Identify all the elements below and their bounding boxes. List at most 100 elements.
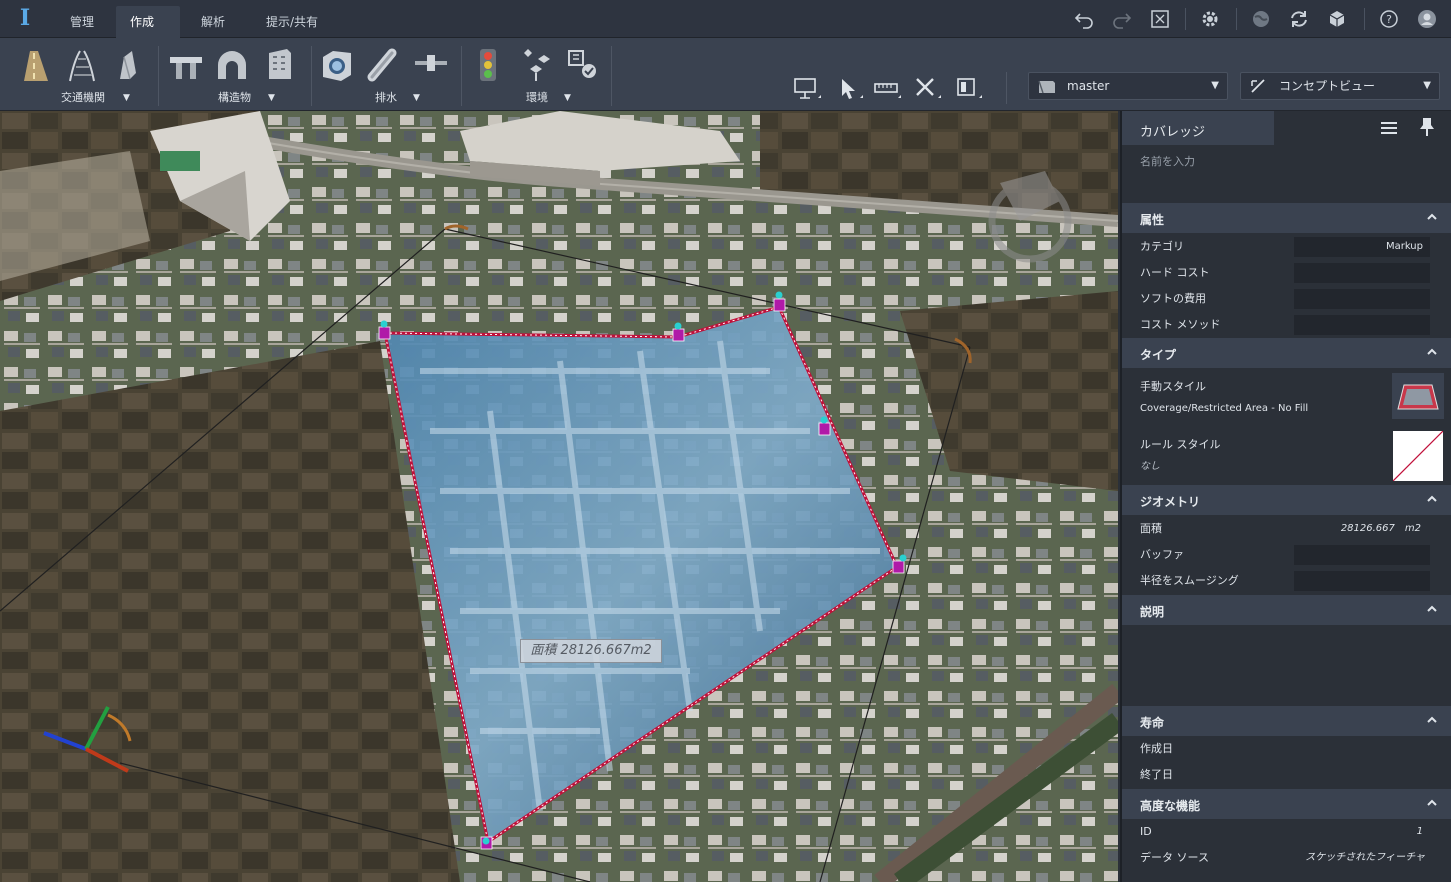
name-input[interactable]: 名前を入力 bbox=[1140, 153, 1195, 169]
view-dropdown[interactable]: コンセプトビュー ▼ bbox=[1240, 72, 1440, 100]
rule-style-swatch[interactable] bbox=[1392, 430, 1444, 482]
section-type-header[interactable]: タイプ bbox=[1122, 338, 1451, 368]
soft-cost-field[interactable] bbox=[1294, 289, 1430, 309]
section-title: タイプ bbox=[1140, 348, 1177, 362]
category-label: カテゴリ bbox=[1140, 240, 1184, 253]
gear-icon[interactable] bbox=[1199, 8, 1221, 30]
ribbon-group-label[interactable]: 構造物 bbox=[218, 90, 251, 106]
buffer-field[interactable] bbox=[1294, 545, 1430, 565]
chevron-up-icon bbox=[1427, 605, 1437, 612]
chevron-up-icon bbox=[1427, 348, 1437, 355]
buffer-label: バッファ bbox=[1140, 548, 1184, 561]
traffic-light-icon[interactable] bbox=[470, 47, 506, 83]
tab-manage[interactable]: 管理 bbox=[56, 6, 108, 38]
ribbon-divider bbox=[461, 46, 462, 106]
ribbon-divider bbox=[1006, 72, 1007, 104]
menu-bar: I 管理 作成 解析 提示/共有 ? bbox=[0, 0, 1451, 38]
created-date-label: 作成日 bbox=[1140, 742, 1173, 755]
undo-icon[interactable] bbox=[1073, 8, 1095, 30]
menu-icon[interactable] bbox=[1378, 117, 1400, 139]
proposal-dropdown-value: master bbox=[1067, 79, 1110, 93]
user-avatar-icon[interactable] bbox=[1416, 8, 1438, 30]
proposal-dropdown[interactable]: master ▼ bbox=[1028, 72, 1228, 100]
concept-view-icon bbox=[1249, 77, 1269, 95]
chevron-down-icon[interactable]: ▼ bbox=[413, 90, 420, 106]
tools-cross-icon[interactable] bbox=[912, 76, 942, 102]
tab-analyze[interactable]: 解析 bbox=[187, 6, 239, 38]
cost-method-label: コスト メソッド bbox=[1140, 318, 1221, 331]
pin-icon[interactable] bbox=[1416, 115, 1438, 139]
soft-cost-label: ソフトの費用 bbox=[1140, 292, 1206, 305]
section-lifecycle-header[interactable]: 寿命 bbox=[1122, 706, 1451, 736]
id-value: 1 bbox=[1416, 826, 1423, 837]
ribbon-toolbar: 交通機関 ▼ 構造物 ▼ 排水 ▼ 環境 ▼ master ▼ コンセプトビュー… bbox=[0, 38, 1451, 111]
map-viewport[interactable]: 面積 28126.667m2 bbox=[0, 111, 1118, 882]
section-attributes-header[interactable]: 属性 bbox=[1122, 203, 1451, 233]
globe-icon[interactable] bbox=[1250, 8, 1272, 30]
road-icon[interactable] bbox=[16, 47, 52, 83]
toolbar-divider bbox=[1185, 8, 1186, 30]
end-date-label: 終了日 bbox=[1140, 768, 1173, 781]
section-title: 高度な機能 bbox=[1140, 799, 1201, 813]
bridge-icon[interactable] bbox=[168, 47, 204, 83]
scatter-objects-icon[interactable] bbox=[518, 47, 554, 83]
app-logo-icon[interactable]: I bbox=[14, 6, 36, 30]
chevron-up-icon bbox=[1427, 495, 1437, 502]
section-geometry-header[interactable]: ジオメトリ bbox=[1122, 485, 1451, 515]
panel-title: カバレッジ bbox=[1140, 125, 1206, 140]
chevron-down-icon[interactable]: ▼ bbox=[268, 90, 275, 106]
chevron-down-icon[interactable]: ▼ bbox=[123, 90, 130, 106]
rule-style-value: なし bbox=[1140, 461, 1160, 472]
ribbon-group-label[interactable]: 排水 bbox=[375, 90, 397, 106]
sync-icon[interactable] bbox=[1288, 8, 1310, 30]
manual-style-value: Coverage/Restricted Area - No Fill bbox=[1140, 403, 1309, 414]
section-advanced-header[interactable]: 高度な機能 bbox=[1122, 789, 1451, 819]
tunnel-icon[interactable] bbox=[214, 47, 250, 83]
section-title: 寿命 bbox=[1140, 716, 1165, 730]
presentation-icon[interactable] bbox=[792, 76, 822, 102]
help-icon[interactable]: ? bbox=[1378, 8, 1400, 30]
toolbar-divider bbox=[1236, 8, 1237, 30]
hard-cost-field[interactable] bbox=[1294, 263, 1430, 283]
data-source-label: データ ソース bbox=[1140, 851, 1209, 864]
cost-method-field[interactable] bbox=[1294, 315, 1430, 335]
cube-icon[interactable] bbox=[1326, 8, 1348, 30]
pipe-icon[interactable] bbox=[366, 47, 402, 83]
chevron-down-icon[interactable]: ▼ bbox=[564, 90, 571, 106]
description-textarea[interactable] bbox=[1122, 625, 1451, 705]
aerial-terrain bbox=[0, 111, 1118, 882]
ribbon-divider bbox=[158, 46, 159, 106]
rule-style-label: ルール スタイル bbox=[1140, 438, 1221, 451]
area-measurement-label: 面積 28126.667m2 bbox=[520, 639, 662, 663]
cursor-select-icon[interactable] bbox=[834, 76, 864, 102]
data-source-value: スケッチされたフィーチャ bbox=[1305, 852, 1425, 863]
pipe-inlet-icon[interactable] bbox=[319, 47, 355, 83]
manual-style-swatch[interactable] bbox=[1392, 373, 1444, 419]
rail-icon[interactable] bbox=[64, 47, 100, 83]
tab-present-share[interactable]: 提示/共有 bbox=[252, 6, 332, 38]
fit-view-icon[interactable] bbox=[1149, 8, 1171, 30]
chevron-up-icon bbox=[1427, 799, 1437, 806]
section-title: 説明 bbox=[1140, 605, 1165, 619]
tab-create[interactable]: 作成 bbox=[116, 6, 180, 38]
section-description-header[interactable]: 説明 bbox=[1122, 595, 1451, 625]
panel-tab[interactable]: カバレッジ bbox=[1122, 111, 1274, 145]
smoothing-radius-field[interactable] bbox=[1294, 571, 1430, 591]
chevron-down-icon: ▼ bbox=[1211, 80, 1219, 91]
area-value: 28126.667 m2 bbox=[1340, 523, 1421, 534]
layout-panel-icon[interactable] bbox=[953, 76, 983, 102]
proposal-icon bbox=[1037, 77, 1057, 95]
properties-panel: カバレッジ 名前を入力 属性 カテゴリ Markup ハード コスト ソフトの費… bbox=[1120, 111, 1451, 882]
markup-edit-icon[interactable] bbox=[565, 47, 601, 83]
ribbon-group-label[interactable]: 環境 bbox=[526, 90, 548, 106]
chevron-up-icon bbox=[1427, 213, 1437, 220]
ribbon-group-label[interactable]: 交通機関 bbox=[61, 90, 105, 106]
svg-text:?: ? bbox=[1386, 13, 1392, 26]
building-icon[interactable] bbox=[261, 47, 297, 83]
toolbar-divider bbox=[1364, 8, 1365, 30]
pipe-connector-icon[interactable] bbox=[413, 47, 449, 83]
barrier-icon[interactable] bbox=[110, 47, 146, 83]
hard-cost-label: ハード コスト bbox=[1140, 266, 1210, 279]
redo-icon[interactable] bbox=[1111, 8, 1133, 30]
measure-icon[interactable] bbox=[872, 76, 902, 102]
